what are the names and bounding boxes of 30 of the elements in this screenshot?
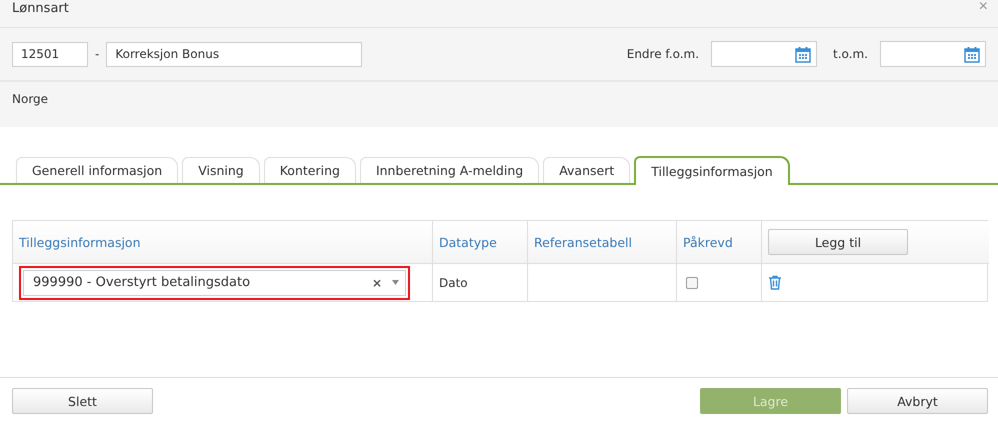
from-date-field[interactable] <box>711 41 818 67</box>
required-checkbox[interactable] <box>686 276 698 288</box>
column-header: Datatype <box>433 221 528 264</box>
tab[interactable]: Avansert <box>543 157 630 183</box>
separator: - <box>94 47 100 61</box>
tab[interactable]: Kontering <box>264 157 356 183</box>
calendar-icon[interactable] <box>964 46 980 62</box>
column-header: Referansetabell <box>528 221 677 264</box>
window-title: Lønnsart <box>12 1 70 16</box>
from-label: Endre f.o.m. <box>626 47 700 61</box>
delete-button[interactable]: Slett <box>12 388 153 414</box>
to-date-field[interactable] <box>880 41 986 67</box>
caret-icon <box>392 280 399 285</box>
code-field[interactable]: 12501 <box>12 42 88 66</box>
tab[interactable]: Visning <box>182 157 260 183</box>
calendar-icon[interactable] <box>795 46 812 62</box>
info-dropdown[interactable]: 999990 - Overstyrt betalingsdato × <box>23 270 406 296</box>
name-field[interactable]: Korreksjon Bonus <box>106 42 362 66</box>
table-cell: Dato <box>439 276 468 290</box>
tab[interactable]: Innberetning A-melding <box>360 157 540 183</box>
trash-icon[interactable] <box>768 275 782 290</box>
add-button[interactable]: Legg til <box>768 229 908 255</box>
cancel-button[interactable]: Avbryt <box>847 388 988 414</box>
tab[interactable]: Tilleggsinformasjon <box>634 156 790 185</box>
clear-button[interactable]: × <box>372 276 382 290</box>
country-label: Norge <box>12 92 48 106</box>
column-header: Påkrevd <box>677 221 762 264</box>
column-header: Tilleggsinformasjon <box>13 221 433 264</box>
tab[interactable]: Generell informasjon <box>16 157 178 183</box>
to-label: t.o.m. <box>833 47 868 61</box>
